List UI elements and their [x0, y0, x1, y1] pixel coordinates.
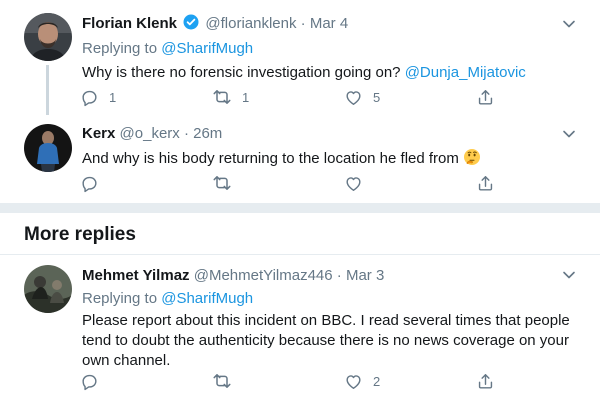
tweet-header: Florian Klenk @florianklenk · Mar 4	[82, 14, 580, 36]
mention-link[interactable]: @Dunja_Mijatovic	[405, 64, 526, 81]
separator-dot: ·	[183, 125, 189, 142]
section-separator	[0, 203, 600, 213]
like-icon	[344, 372, 363, 391]
reply-icon	[80, 372, 99, 391]
replying-to-link[interactable]: @SharifMugh	[161, 290, 253, 307]
user-handle[interactable]: @o_kerx	[120, 125, 180, 142]
replying-to-prefix: Replying to	[82, 40, 162, 57]
like-count: 5	[373, 89, 381, 105]
share-icon	[476, 174, 495, 193]
timestamp[interactable]: Mar 3	[346, 267, 384, 284]
tweet-text-body: Why is there no forensic investigation g…	[82, 64, 405, 81]
tweet-text-line: tend to doubt the authenticity because t…	[82, 332, 569, 349]
share-icon	[476, 372, 495, 391]
display-name[interactable]: Florian Klenk	[82, 15, 177, 32]
retweet-count: 1	[242, 89, 250, 105]
reply-icon	[80, 88, 99, 107]
tweet-actions: 2	[80, 370, 510, 392]
tweet-text-line: own channel.	[82, 352, 171, 369]
avatar[interactable]	[24, 265, 72, 313]
reply-button[interactable]: 1	[80, 86, 116, 108]
retweet-button[interactable]: 1	[212, 86, 249, 108]
reply-button[interactable]	[80, 172, 109, 194]
reply-button[interactable]	[80, 370, 109, 392]
share-button[interactable]	[476, 86, 495, 108]
tweet-text-body: And why is his body returning to the loc…	[82, 150, 459, 167]
tweet-actions: 1 1 5	[80, 86, 510, 108]
replying-to-link[interactable]: @SharifMugh	[161, 40, 253, 57]
tweet-florian-klenk[interactable]: Florian Klenk @florianklenk · Mar 4 Repl…	[0, 0, 600, 115]
retweet-button[interactable]	[212, 172, 242, 194]
like-icon	[344, 88, 363, 107]
replying-to: Replying to @SharifMugh	[82, 39, 580, 59]
user-handle[interactable]: @florianklenk	[205, 15, 296, 32]
retweet-icon	[212, 87, 232, 107]
timestamp[interactable]: Mar 4	[310, 15, 348, 32]
tweet-text: Please report about this incident on BBC…	[82, 311, 580, 371]
retweet-button[interactable]	[212, 370, 242, 392]
share-button[interactable]	[476, 172, 495, 194]
share-icon	[476, 88, 495, 107]
display-name[interactable]: Kerx	[82, 125, 115, 142]
user-handle[interactable]: @MehmetYilmaz446	[194, 267, 333, 284]
share-button[interactable]	[476, 370, 495, 392]
like-icon	[344, 174, 363, 193]
tweet-actions	[80, 172, 510, 194]
retweet-icon	[212, 371, 232, 391]
thinking-face-emoji	[463, 148, 481, 172]
tweet-text-line: Please report about this incident on BBC…	[82, 312, 570, 329]
like-button[interactable]: 2	[344, 370, 380, 392]
reply-icon	[80, 174, 99, 193]
thread-connector	[46, 65, 49, 115]
replying-to-prefix: Replying to	[82, 290, 162, 307]
chevron-down-icon[interactable]	[562, 17, 576, 31]
separator-dot: ·	[300, 15, 306, 32]
tweet-kerx[interactable]: Kerx @o_kerx · 26m And why is his body r…	[0, 115, 600, 203]
replying-to: Replying to @SharifMugh	[82, 289, 580, 309]
more-replies-heading: More replies	[24, 224, 136, 245]
like-button[interactable]	[344, 172, 373, 194]
verified-badge-icon	[183, 14, 199, 36]
avatar[interactable]	[24, 124, 72, 172]
like-button[interactable]: 5	[344, 86, 380, 108]
display-name[interactable]: Mehmet Yilmaz	[82, 267, 190, 284]
separator-dot: ·	[336, 267, 342, 284]
like-count: 2	[373, 373, 381, 389]
tweet-header: Mehmet Yilmaz @MehmetYilmaz446 · Mar 3	[82, 266, 580, 286]
tweet-text: Why is there no forensic investigation g…	[82, 63, 580, 83]
timestamp[interactable]: 26m	[193, 125, 222, 142]
avatar[interactable]	[24, 13, 72, 61]
chevron-down-icon[interactable]	[562, 127, 576, 141]
tweet-mehmet-yilmaz[interactable]: Mehmet Yilmaz @MehmetYilmaz446 · Mar 3 R…	[0, 255, 600, 408]
tweet-header: Kerx @o_kerx · 26m	[82, 124, 580, 144]
retweet-icon	[212, 173, 232, 193]
reply-count: 1	[109, 89, 117, 105]
tweet-text: And why is his body returning to the loc…	[82, 148, 580, 172]
chevron-down-icon[interactable]	[562, 268, 576, 282]
